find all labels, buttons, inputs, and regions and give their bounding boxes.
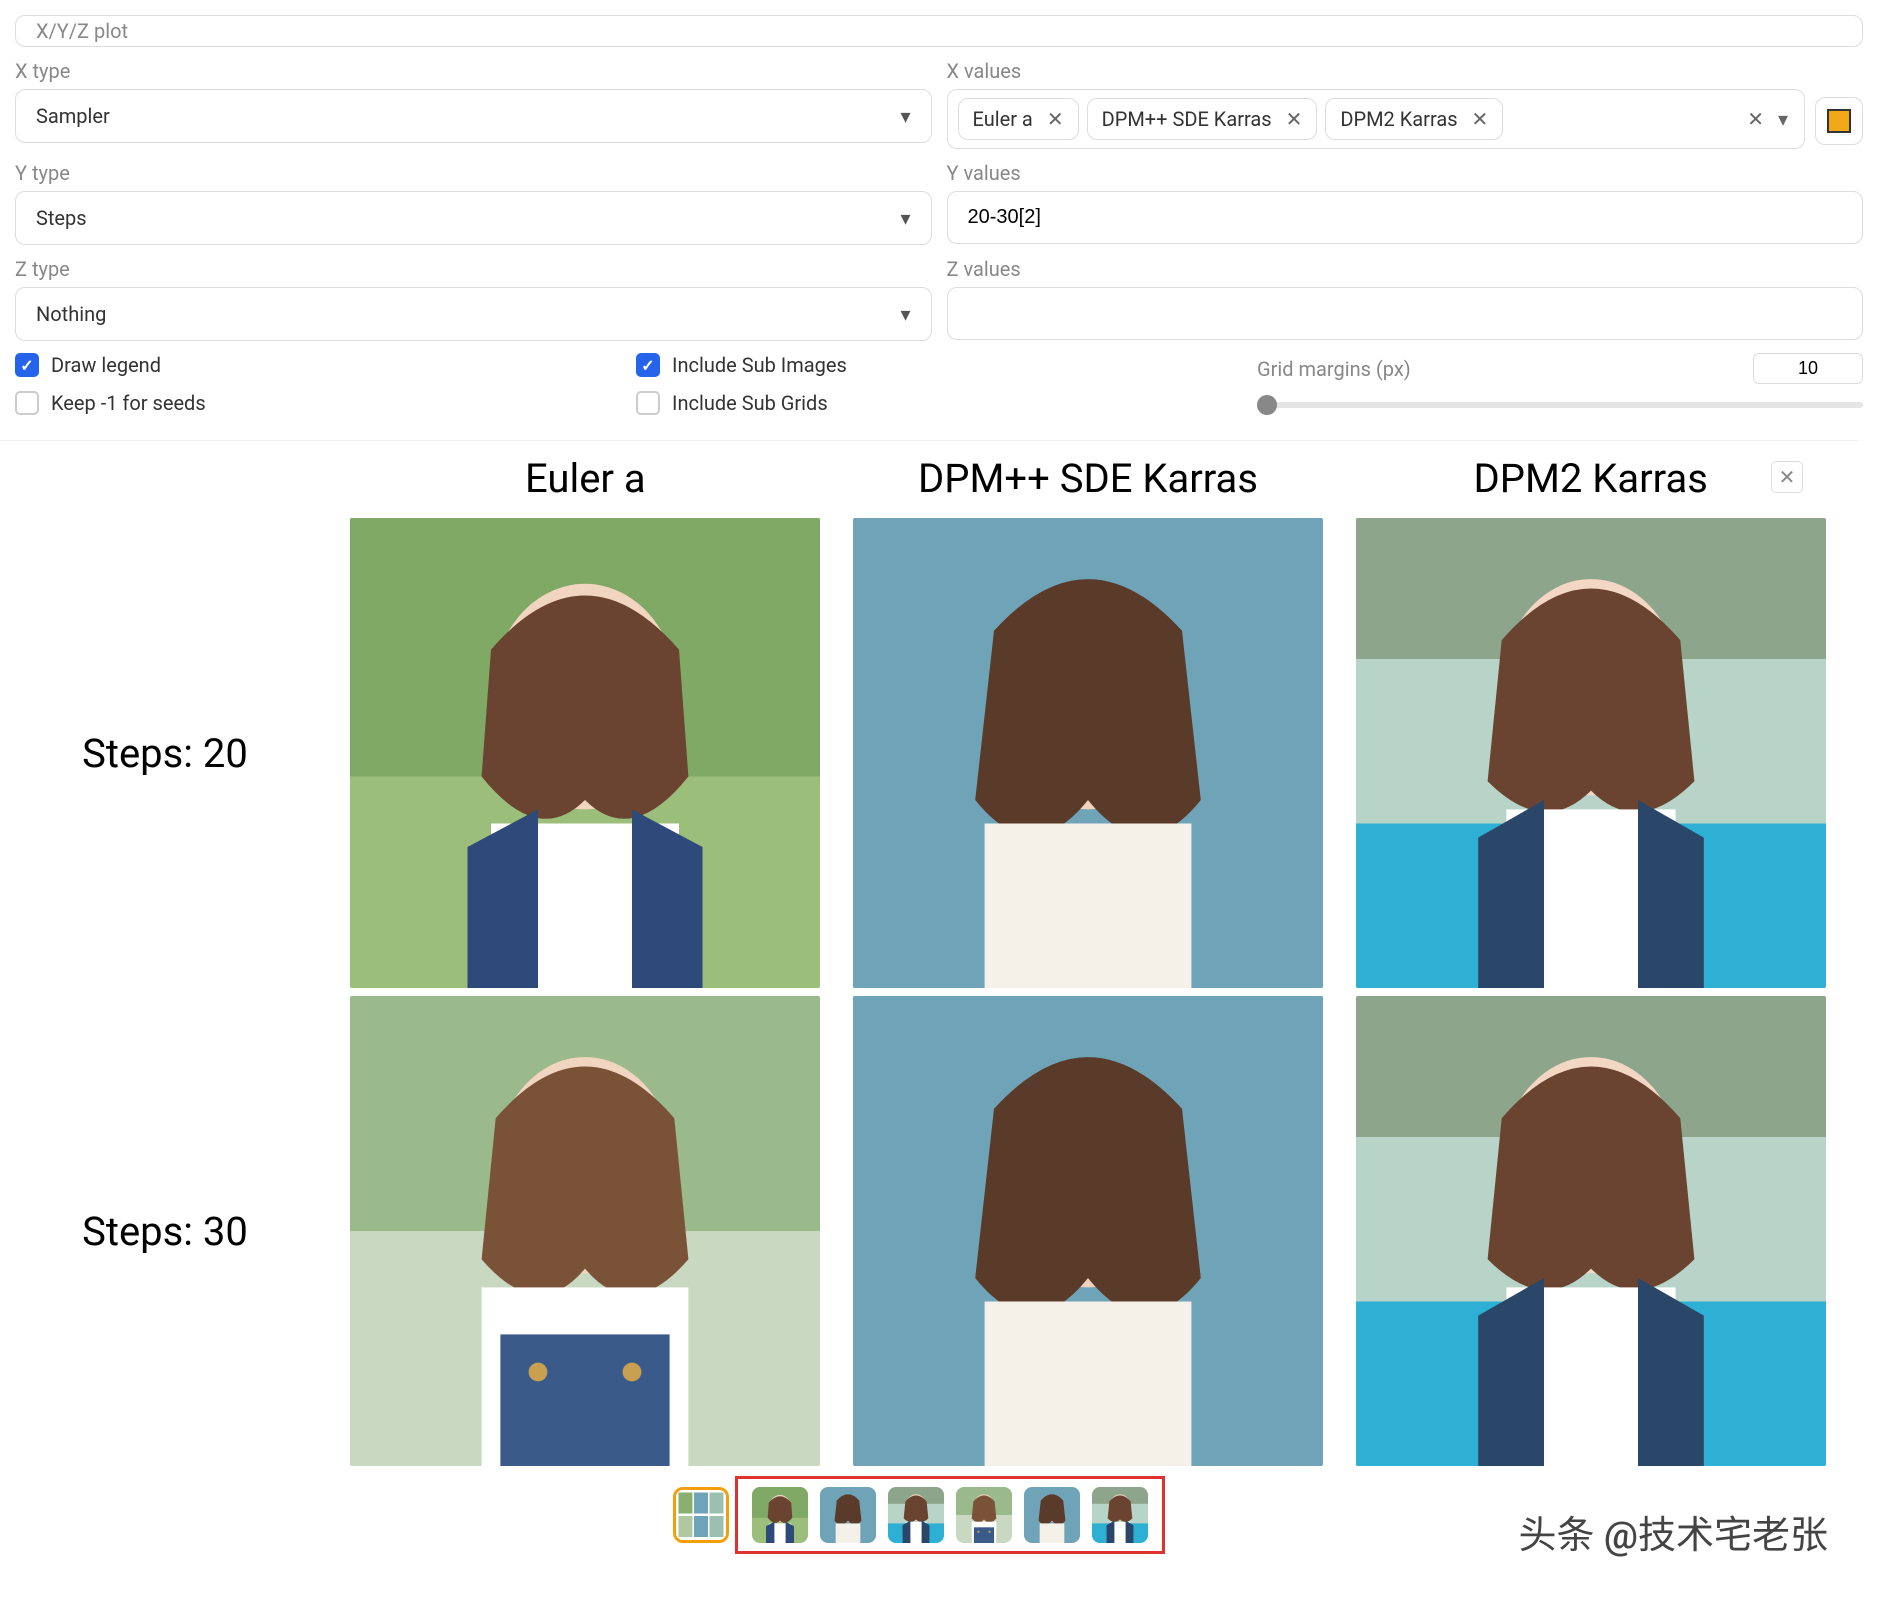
close-icon[interactable]: ✕	[1286, 107, 1303, 131]
keep-seeds-checkbox[interactable]	[15, 391, 39, 415]
y-type-select[interactable]: Steps	[15, 191, 932, 245]
result-image[interactable]	[853, 996, 1323, 1466]
script-select[interactable]: X/Y/Z plot	[15, 15, 1863, 47]
slider-thumb[interactable]	[1257, 395, 1277, 415]
z-values-label: Z values	[947, 257, 1864, 281]
y-values-input[interactable]	[947, 191, 1864, 244]
close-icon[interactable]: ✕	[1472, 107, 1489, 131]
chevron-down-icon	[900, 302, 910, 326]
x-type-select[interactable]: Sampler	[15, 89, 932, 143]
x-values-label: X values	[947, 59, 1806, 83]
x-values-input[interactable]: Euler a✕ DPM++ SDE Karras✕ DPM2 Karras✕ …	[947, 89, 1806, 149]
chip: Euler a✕	[958, 98, 1079, 140]
z-type-select[interactable]: Nothing	[15, 287, 932, 341]
book-icon	[1827, 109, 1851, 133]
y-type-label: Y type	[15, 161, 932, 185]
clear-all-icon[interactable]: ✕	[1747, 107, 1764, 131]
grid-margins-slider[interactable]	[1257, 402, 1863, 408]
gallery-thumb-grid[interactable]	[673, 1487, 729, 1543]
script-title: X/Y/Z plot	[36, 19, 128, 43]
gallery-thumb[interactable]	[1024, 1487, 1080, 1543]
grid-row-header: Steps: 20	[82, 730, 248, 777]
watermark: 头条 @技术宅老张	[1518, 1504, 1828, 1559]
z-type-label: Z type	[15, 257, 932, 281]
grid-margins-label: Grid margins (px)	[1257, 357, 1411, 381]
grid-col-header: DPM2 Karras	[1473, 449, 1707, 510]
chevron-down-icon	[900, 206, 910, 230]
y-values-label: Y values	[947, 161, 1864, 185]
gallery-thumb[interactable]	[752, 1487, 808, 1543]
result-image[interactable]	[350, 518, 820, 988]
grid-row-header: Steps: 30	[82, 1208, 248, 1255]
grid-col-header: Euler a	[525, 449, 646, 510]
grid-margins-input[interactable]	[1753, 353, 1863, 384]
draw-legend-checkbox[interactable]	[15, 353, 39, 377]
gallery-thumb[interactable]	[888, 1487, 944, 1543]
result-image[interactable]	[1356, 996, 1826, 1466]
fill-button[interactable]	[1815, 97, 1863, 145]
gallery-sub-images	[735, 1476, 1165, 1554]
close-button[interactable]: ✕	[1771, 461, 1803, 493]
close-icon[interactable]: ✕	[1047, 107, 1064, 131]
z-values-input[interactable]	[947, 287, 1864, 340]
gallery-thumb[interactable]	[820, 1487, 876, 1543]
result-image[interactable]	[853, 518, 1323, 988]
result-panel: ✕ Euler a DPM++ SDE Karras DPM2 Karras S…	[0, 440, 1858, 1574]
chevron-down-icon	[900, 104, 910, 128]
chip: DPM2 Karras✕	[1325, 98, 1503, 140]
gallery-thumb[interactable]	[1092, 1487, 1148, 1543]
result-image[interactable]	[350, 996, 820, 1466]
chevron-down-icon[interactable]: ▾	[1778, 107, 1788, 131]
grid-col-header: DPM++ SDE Karras	[918, 449, 1258, 510]
x-type-label: X type	[15, 59, 932, 83]
include-sub-images-checkbox[interactable]	[636, 353, 660, 377]
include-sub-grids-checkbox[interactable]	[636, 391, 660, 415]
chip: DPM++ SDE Karras✕	[1087, 98, 1318, 140]
result-image[interactable]	[1356, 518, 1826, 988]
gallery-thumb[interactable]	[956, 1487, 1012, 1543]
